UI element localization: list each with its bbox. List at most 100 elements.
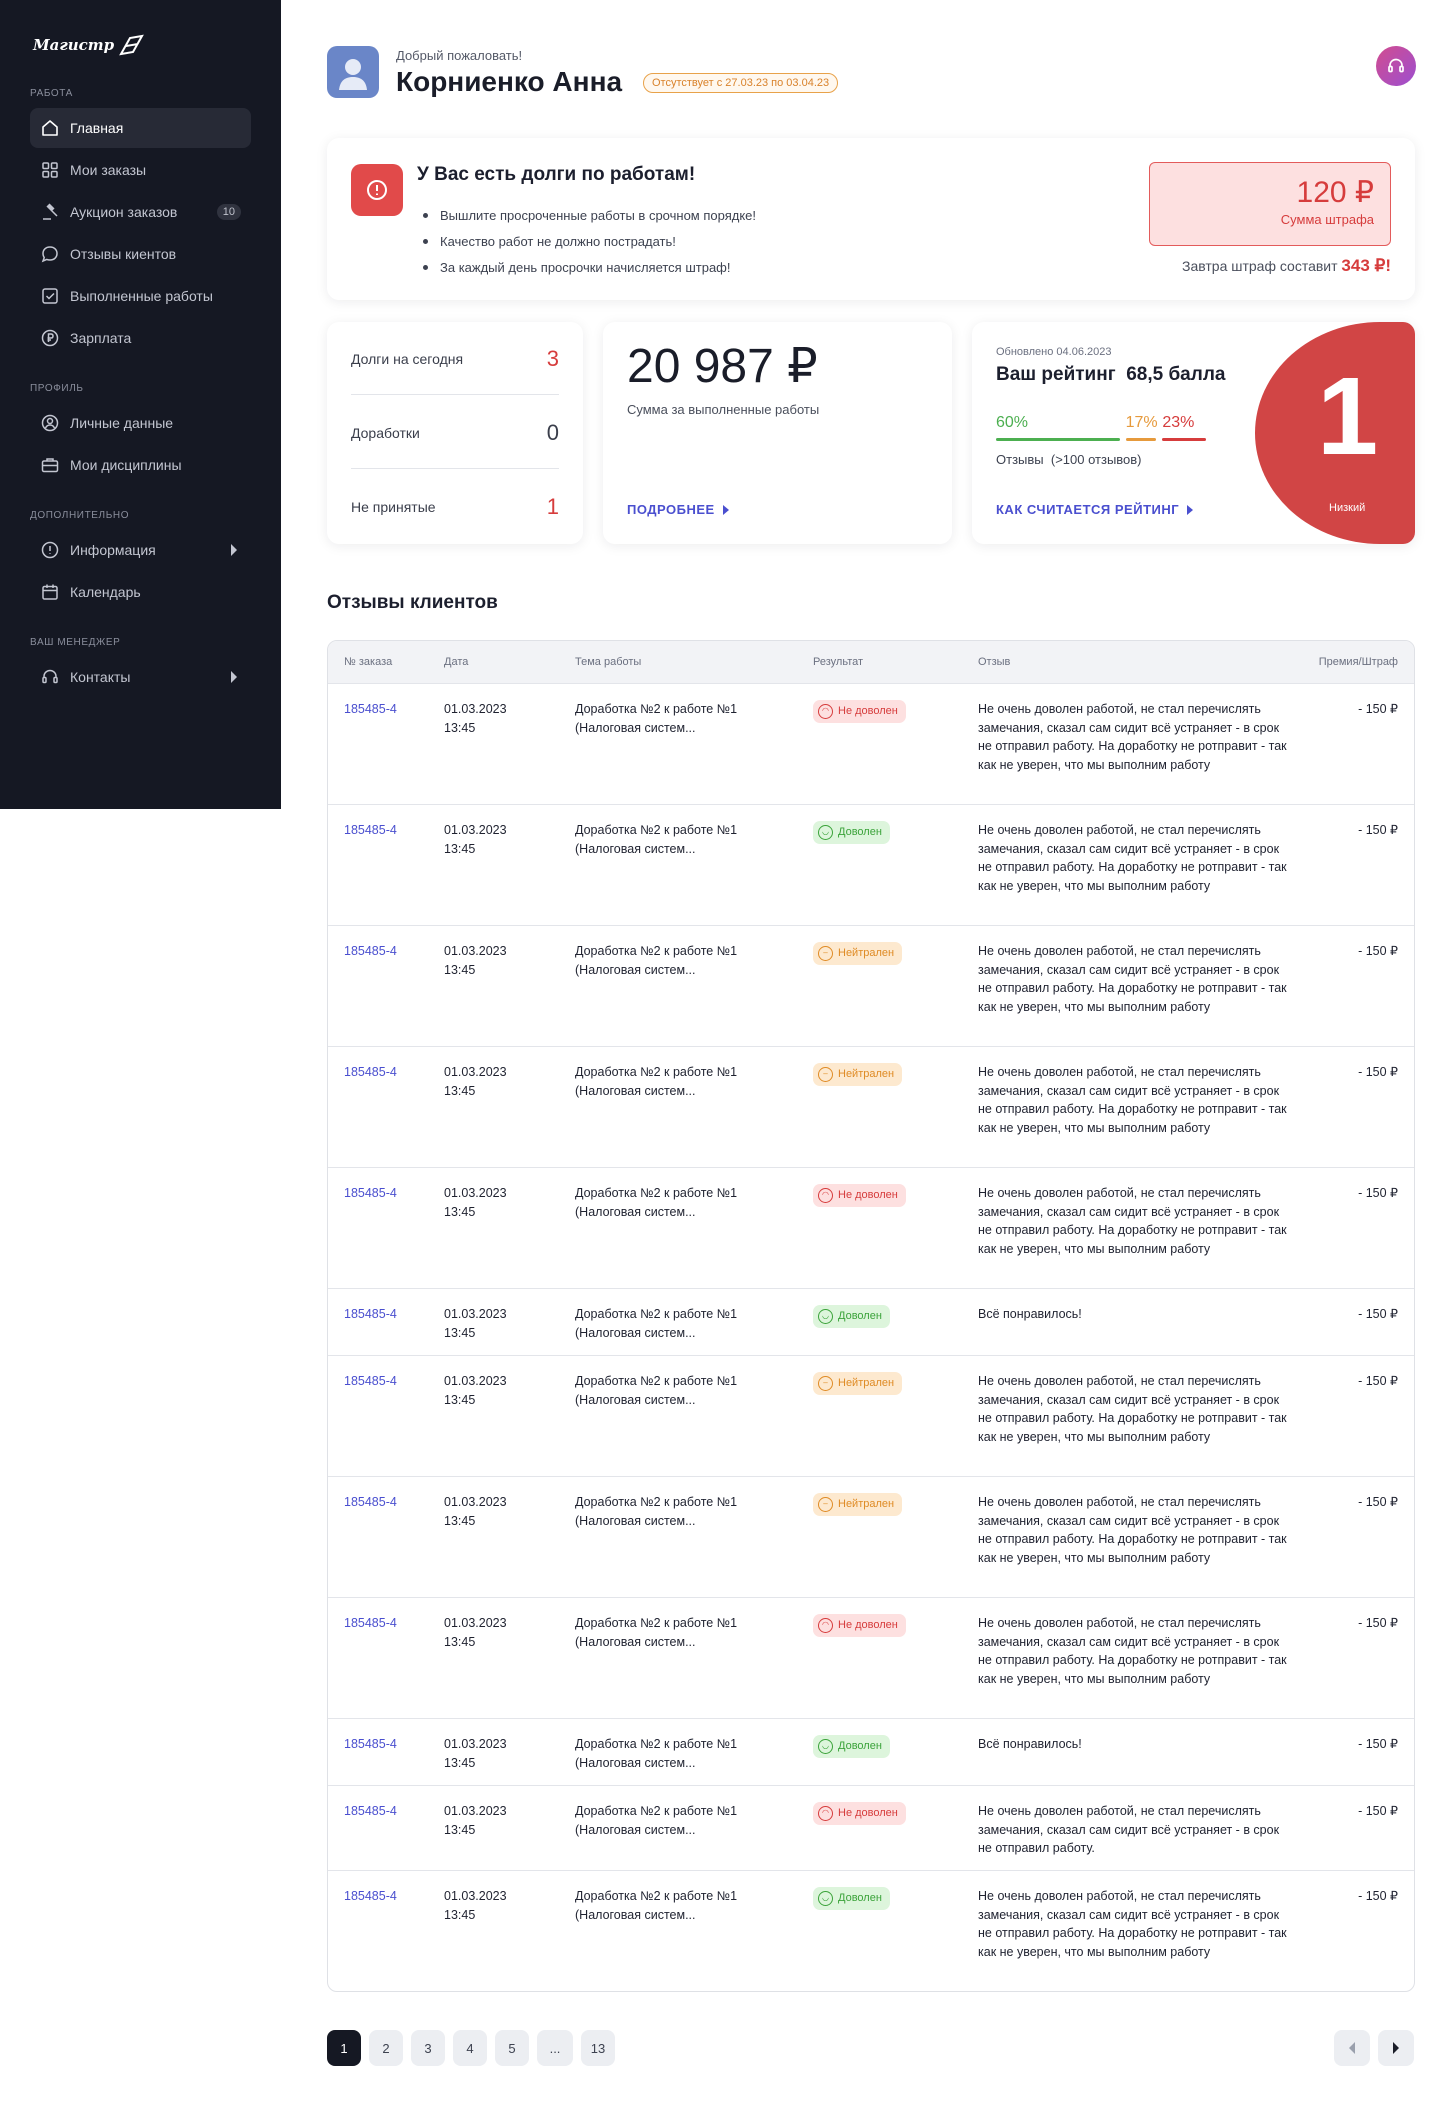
table-row[interactable]: 185485-4 01.03.2023 13:45 Доработка №2 к ра… xyxy=(328,1597,1414,1718)
column-header[interactable]: Тема работы xyxy=(575,656,813,668)
page-button[interactable]: 4 xyxy=(453,2030,487,2066)
page-button[interactable]: 3 xyxy=(411,2030,445,2066)
result-cell: ◡ Доволен xyxy=(813,1289,978,1355)
page-button[interactable]: 5 xyxy=(495,2030,529,2066)
headset-icon xyxy=(42,669,58,684)
rating-updated: Обновлено 04.06.2023 xyxy=(996,346,1112,358)
stat-label: Не принятые xyxy=(351,499,436,515)
sidebar-item-contacts[interactable]: Контакты xyxy=(30,657,251,697)
table-row[interactable]: 185485-4 01.03.2023 13:45 Доработка №2 к ра… xyxy=(328,925,1414,1046)
stat-revisions[interactable]: Доработки 0 xyxy=(351,418,559,448)
sidebar-item-label: Мои заказы xyxy=(70,162,147,178)
support-button[interactable] xyxy=(1376,46,1416,86)
table-row[interactable]: 185485-4 01.03.2023 13:45 Доработка №2 к ра… xyxy=(328,683,1414,804)
gavel-icon xyxy=(43,203,58,220)
table-row[interactable]: 185485-4 01.03.2023 13:45 Доработка №2 к ра… xyxy=(328,1167,1414,1288)
amount-cell: - 150 ₽ xyxy=(1358,1307,1398,1321)
time-value: 13:45 xyxy=(444,1907,476,1922)
neutral-face-icon: – xyxy=(818,1496,833,1512)
sidebar-item-completed[interactable]: Выполненные работы xyxy=(30,276,251,316)
rank-badge: 1 Низкий xyxy=(1255,322,1415,544)
avatar[interactable] xyxy=(327,46,379,98)
prev-page-button[interactable] xyxy=(1334,2030,1370,2066)
logo[interactable]: Магистр xyxy=(33,34,145,56)
sidebar-item-label: Мои дисциплины xyxy=(70,457,182,473)
order-link[interactable]: 185485-4 xyxy=(328,1047,444,1167)
order-link[interactable]: 185485-4 xyxy=(328,926,444,1046)
topic-line: (Налоговая систем... xyxy=(575,962,696,977)
grid-icon xyxy=(42,162,58,178)
column-header[interactable]: Результат xyxy=(813,656,978,668)
time-value: 13:45 xyxy=(444,720,476,735)
review-cell: Не очень доволен работой, не стал перечи… xyxy=(978,1871,1298,1991)
absence-badge: Отсутствует с 27.03.23 по 03.04.23 xyxy=(643,73,839,93)
sidebar-item-salary[interactable]: Зарплата xyxy=(30,318,251,358)
column-header[interactable]: № заказа xyxy=(328,656,444,668)
debt-point: За каждый день просрочки начисляется штр… xyxy=(423,254,756,280)
page-button[interactable]: 13 xyxy=(581,2030,615,2066)
review-text: Не очень доволен работой, не стал перечи… xyxy=(978,1186,1287,1256)
order-link[interactable]: 185485-4 xyxy=(328,1871,444,1991)
order-link[interactable]: 185485-4 xyxy=(328,805,444,925)
stat-rejected[interactable]: Не принятые 1 xyxy=(351,492,559,522)
table-row[interactable]: 185485-4 01.03.2023 13:45 Доработка №2 к ра… xyxy=(328,1718,1414,1785)
order-link[interactable]: 185485-4 xyxy=(328,1786,444,1870)
order-link[interactable]: 185485-4 xyxy=(328,684,444,804)
review-cell: Не очень доволен работой, не стал перечи… xyxy=(978,684,1298,804)
rating-info-label: КАК СЧИТАЕТСЯ РЕЙТИНГ xyxy=(996,502,1180,517)
debt-alert-card: У Вас есть долги по работам! Вышлите про… xyxy=(327,138,1415,300)
table-row[interactable]: 185485-4 01.03.2023 13:45 Доработка №2 к ра… xyxy=(328,1785,1414,1870)
order-link[interactable]: 185485-4 xyxy=(328,1289,444,1355)
bad-share-bar xyxy=(1162,438,1206,441)
sidebar-item-home[interactable]: Главная xyxy=(30,108,251,148)
result-cell: ◠ Не доволен xyxy=(813,684,978,804)
smile-icon: ◡ xyxy=(818,1738,833,1754)
more-link-label: ПОДРОБНЕЕ xyxy=(627,502,715,517)
more-link[interactable]: ПОДРОБНЕЕ xyxy=(627,502,729,517)
order-link[interactable]: 185485-4 xyxy=(328,1168,444,1288)
date-value: 01.03.2023 xyxy=(444,1186,507,1200)
table-row[interactable]: 185485-4 01.03.2023 13:45 Доработка №2 к ра… xyxy=(328,1288,1414,1355)
stat-debts-today[interactable]: Долги на сегодня 3 xyxy=(351,344,559,374)
order-link[interactable]: 185485-4 xyxy=(328,1477,444,1597)
page-button[interactable]: 2 xyxy=(369,2030,403,2066)
topic-cell: Доработка №2 к работе №1 (Налоговая систе… xyxy=(575,1598,813,1718)
ruble-icon xyxy=(41,329,59,347)
table-row[interactable]: 185485-4 01.03.2023 13:45 Доработка №2 к ра… xyxy=(328,804,1414,925)
sidebar-item-disciplines[interactable]: Мои дисциплины xyxy=(30,445,251,485)
order-link[interactable]: 185485-4 xyxy=(328,1719,444,1785)
table-row[interactable]: 185485-4 01.03.2023 13:45 Доработка №2 к ра… xyxy=(328,1355,1414,1476)
next-page-button[interactable] xyxy=(1378,2030,1414,2066)
table-row[interactable]: 185485-4 01.03.2023 13:45 Доработка №2 к ра… xyxy=(328,1870,1414,1991)
review-text: Не очень доволен работой, не стал перечи… xyxy=(978,1495,1287,1565)
table-row[interactable]: 185485-4 01.03.2023 13:45 Доработка №2 к ра… xyxy=(328,1046,1414,1167)
amount-cell: - 150 ₽ xyxy=(1358,1374,1398,1388)
pagination-arrows xyxy=(1334,2030,1414,2066)
sidebar-item-calendar[interactable]: Календарь xyxy=(30,572,251,612)
sidebar-item-reviews[interactable]: Отзывы киентов xyxy=(30,234,251,274)
time-value: 13:45 xyxy=(444,1083,476,1098)
sidebar-item-auction[interactable]: Аукцион заказов 10 xyxy=(30,192,251,232)
time-value: 13:45 xyxy=(444,962,476,977)
rating-info-link[interactable]: КАК СЧИТАЕТСЯ РЕЙТИНГ xyxy=(996,502,1194,517)
page-ellipsis[interactable]: ... xyxy=(537,2030,573,2066)
column-header[interactable]: Премия/Штраф xyxy=(1298,656,1414,668)
date-value: 01.03.2023 xyxy=(444,1495,507,1509)
frown-icon: ◠ xyxy=(818,1805,833,1821)
table-row[interactable]: 185485-4 01.03.2023 13:45 Доработка №2 к ра… xyxy=(328,1476,1414,1597)
date-cell: 01.03.2023 13:45 xyxy=(444,1168,575,1288)
column-header[interactable]: Дата xyxy=(444,656,575,668)
sidebar-item-orders[interactable]: Мои заказы xyxy=(30,150,251,190)
rank-number: 1 xyxy=(1317,355,1379,478)
sidebar-item-info[interactable]: Информация xyxy=(30,530,251,570)
good-share-bar xyxy=(996,438,1120,441)
chevron-left-icon xyxy=(1349,2042,1355,2054)
sidebar-item-label: Личные данные xyxy=(70,415,174,431)
column-header[interactable]: Отзыв xyxy=(978,656,1298,668)
order-link[interactable]: 185485-4 xyxy=(328,1598,444,1718)
date-cell: 01.03.2023 13:45 xyxy=(444,805,575,925)
sidebar-item-personal[interactable]: Личные данные xyxy=(30,403,251,443)
page-button[interactable]: 1 xyxy=(327,2030,361,2066)
review-cell: Не очень доволен работой, не стал перечи… xyxy=(978,1477,1298,1597)
order-link[interactable]: 185485-4 xyxy=(328,1356,444,1476)
